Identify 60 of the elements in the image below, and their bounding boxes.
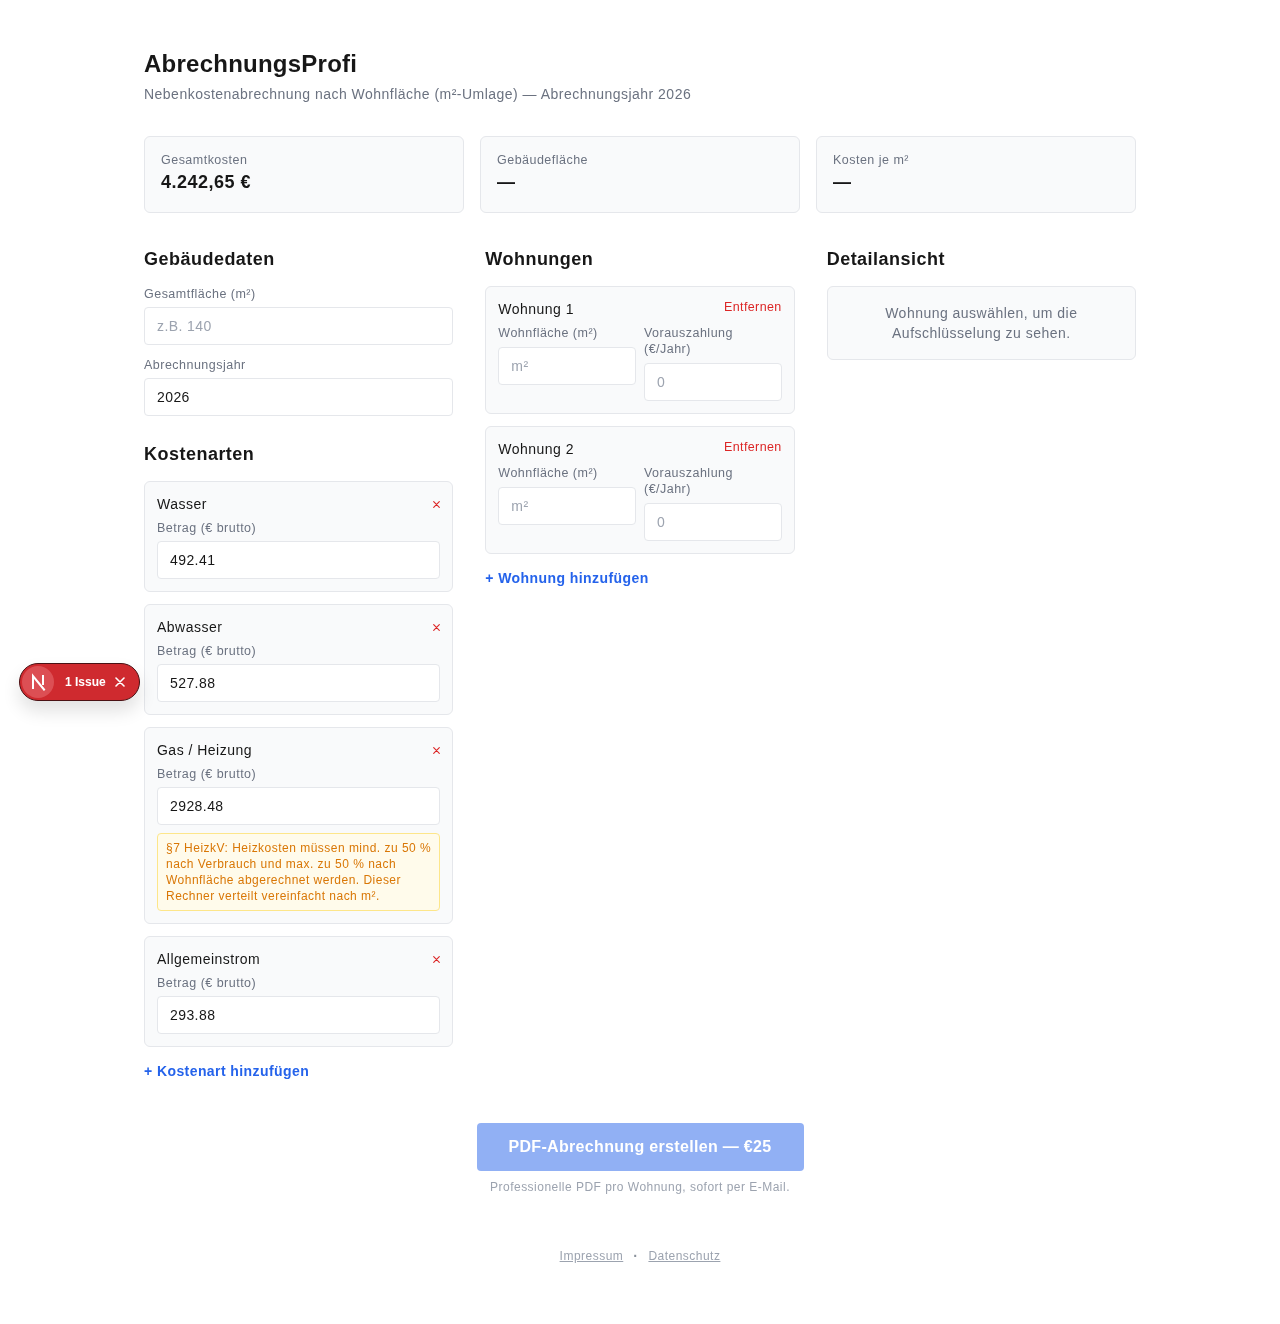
cost-name: Wasser [157, 495, 207, 514]
app-title: AbrechnungsProfi [144, 49, 359, 79]
close-icon [433, 623, 441, 631]
stat-value: 4.242,65 € [161, 171, 251, 194]
field-label: Wohnfläche (m²) [498, 465, 598, 481]
link-separator: · [633, 1248, 639, 1264]
dismiss-button[interactable] [114, 677, 125, 687]
remove-button[interactable] [433, 500, 441, 508]
cost-name: Allgemeinstrom [157, 950, 261, 969]
remove-link[interactable]: Entfernen [724, 439, 782, 455]
remove-button[interactable] [433, 955, 441, 963]
remove-button[interactable] [433, 746, 441, 754]
close-icon [433, 955, 441, 963]
section-heading: Gebäudedaten [144, 248, 276, 271]
cta-note: Professionelle PDF pro Wohnung, sofort per E-Mail. [490, 1179, 790, 1195]
input-field[interactable]: 0 [644, 503, 782, 541]
footer-link[interactable]: Impressum [559, 1248, 624, 1264]
stat-label: Gebäudefläche [497, 152, 589, 168]
input-field[interactable]: 492.41 [157, 541, 441, 579]
section-heading: Wohnungen [485, 248, 595, 271]
add-link[interactable]: + Kostenart hinzufügen [144, 1061, 310, 1081]
stat-value: — [833, 171, 852, 194]
notice-text: §7 HeizkV: Heizkosten müssen mind. zu 50 % nach Verbrauch und max. zu 50 % nach Wohnfläche abgerechnet werden. Dieser Rechner verteilt vereinfacht nach m². [157, 833, 441, 911]
field-label: Betrag (€ brutto) [157, 643, 257, 659]
close-icon [433, 746, 441, 754]
input-field[interactable]: m² [498, 487, 636, 525]
field-label: Betrag (€ brutto) [157, 766, 257, 782]
apartment-name: Wohnung 2 [498, 440, 574, 459]
input-field[interactable]: 527.88 [157, 664, 441, 702]
input-field[interactable]: 2928.48 [157, 787, 441, 825]
cost-name: Abwasser [157, 618, 223, 637]
field-label: Betrag (€ brutto) [157, 520, 257, 536]
section-heading: Kostenarten [144, 443, 256, 466]
input-field[interactable]: 293.88 [157, 996, 441, 1034]
field-label: Vorauszahlung (€/Jahr) [644, 465, 734, 497]
cost-name: Gas / Heizung [157, 741, 252, 760]
issues-button[interactable]: 1 Issue [65, 675, 106, 689]
field-label: Gesamtfläche (m²) [144, 286, 256, 302]
close-icon [433, 500, 441, 508]
field-label: Vorauszahlung (€/Jahr) [644, 325, 734, 357]
input-field[interactable]: z.B. 140 [144, 307, 454, 345]
remove-button[interactable] [433, 623, 441, 631]
stat-label: Kosten je m² [833, 152, 909, 168]
stat-label: Gesamtkosten [161, 152, 248, 168]
close-icon [114, 677, 125, 687]
input-field[interactable]: m² [498, 347, 636, 385]
remove-link[interactable]: Entfernen [724, 299, 782, 315]
footer-link[interactable]: Datenschutz [648, 1248, 721, 1264]
section-heading: Detailansicht [826, 248, 946, 271]
input-field[interactable]: 0 [644, 363, 782, 401]
input-field[interactable]: 2026 [144, 378, 454, 416]
add-link[interactable]: + Wohnung hinzufügen [485, 568, 649, 588]
logo-icon[interactable] [22, 666, 54, 698]
stat-value: — [497, 171, 516, 194]
field-label: Wohnfläche (m²) [498, 325, 598, 341]
empty-state-text: Wohnung auswählen, um die Aufschlüsselung zu sehen. [884, 304, 1079, 343]
app-subtitle: Nebenkostenabrechnung nach Wohnfläche (m²-Umlage) — Abrechnungsjahr 2026 [144, 85, 693, 104]
field-label: Abrechnungsjahr [144, 357, 246, 373]
field-label: Betrag (€ brutto) [157, 975, 257, 991]
apartment-name: Wohnung 1 [498, 300, 574, 319]
